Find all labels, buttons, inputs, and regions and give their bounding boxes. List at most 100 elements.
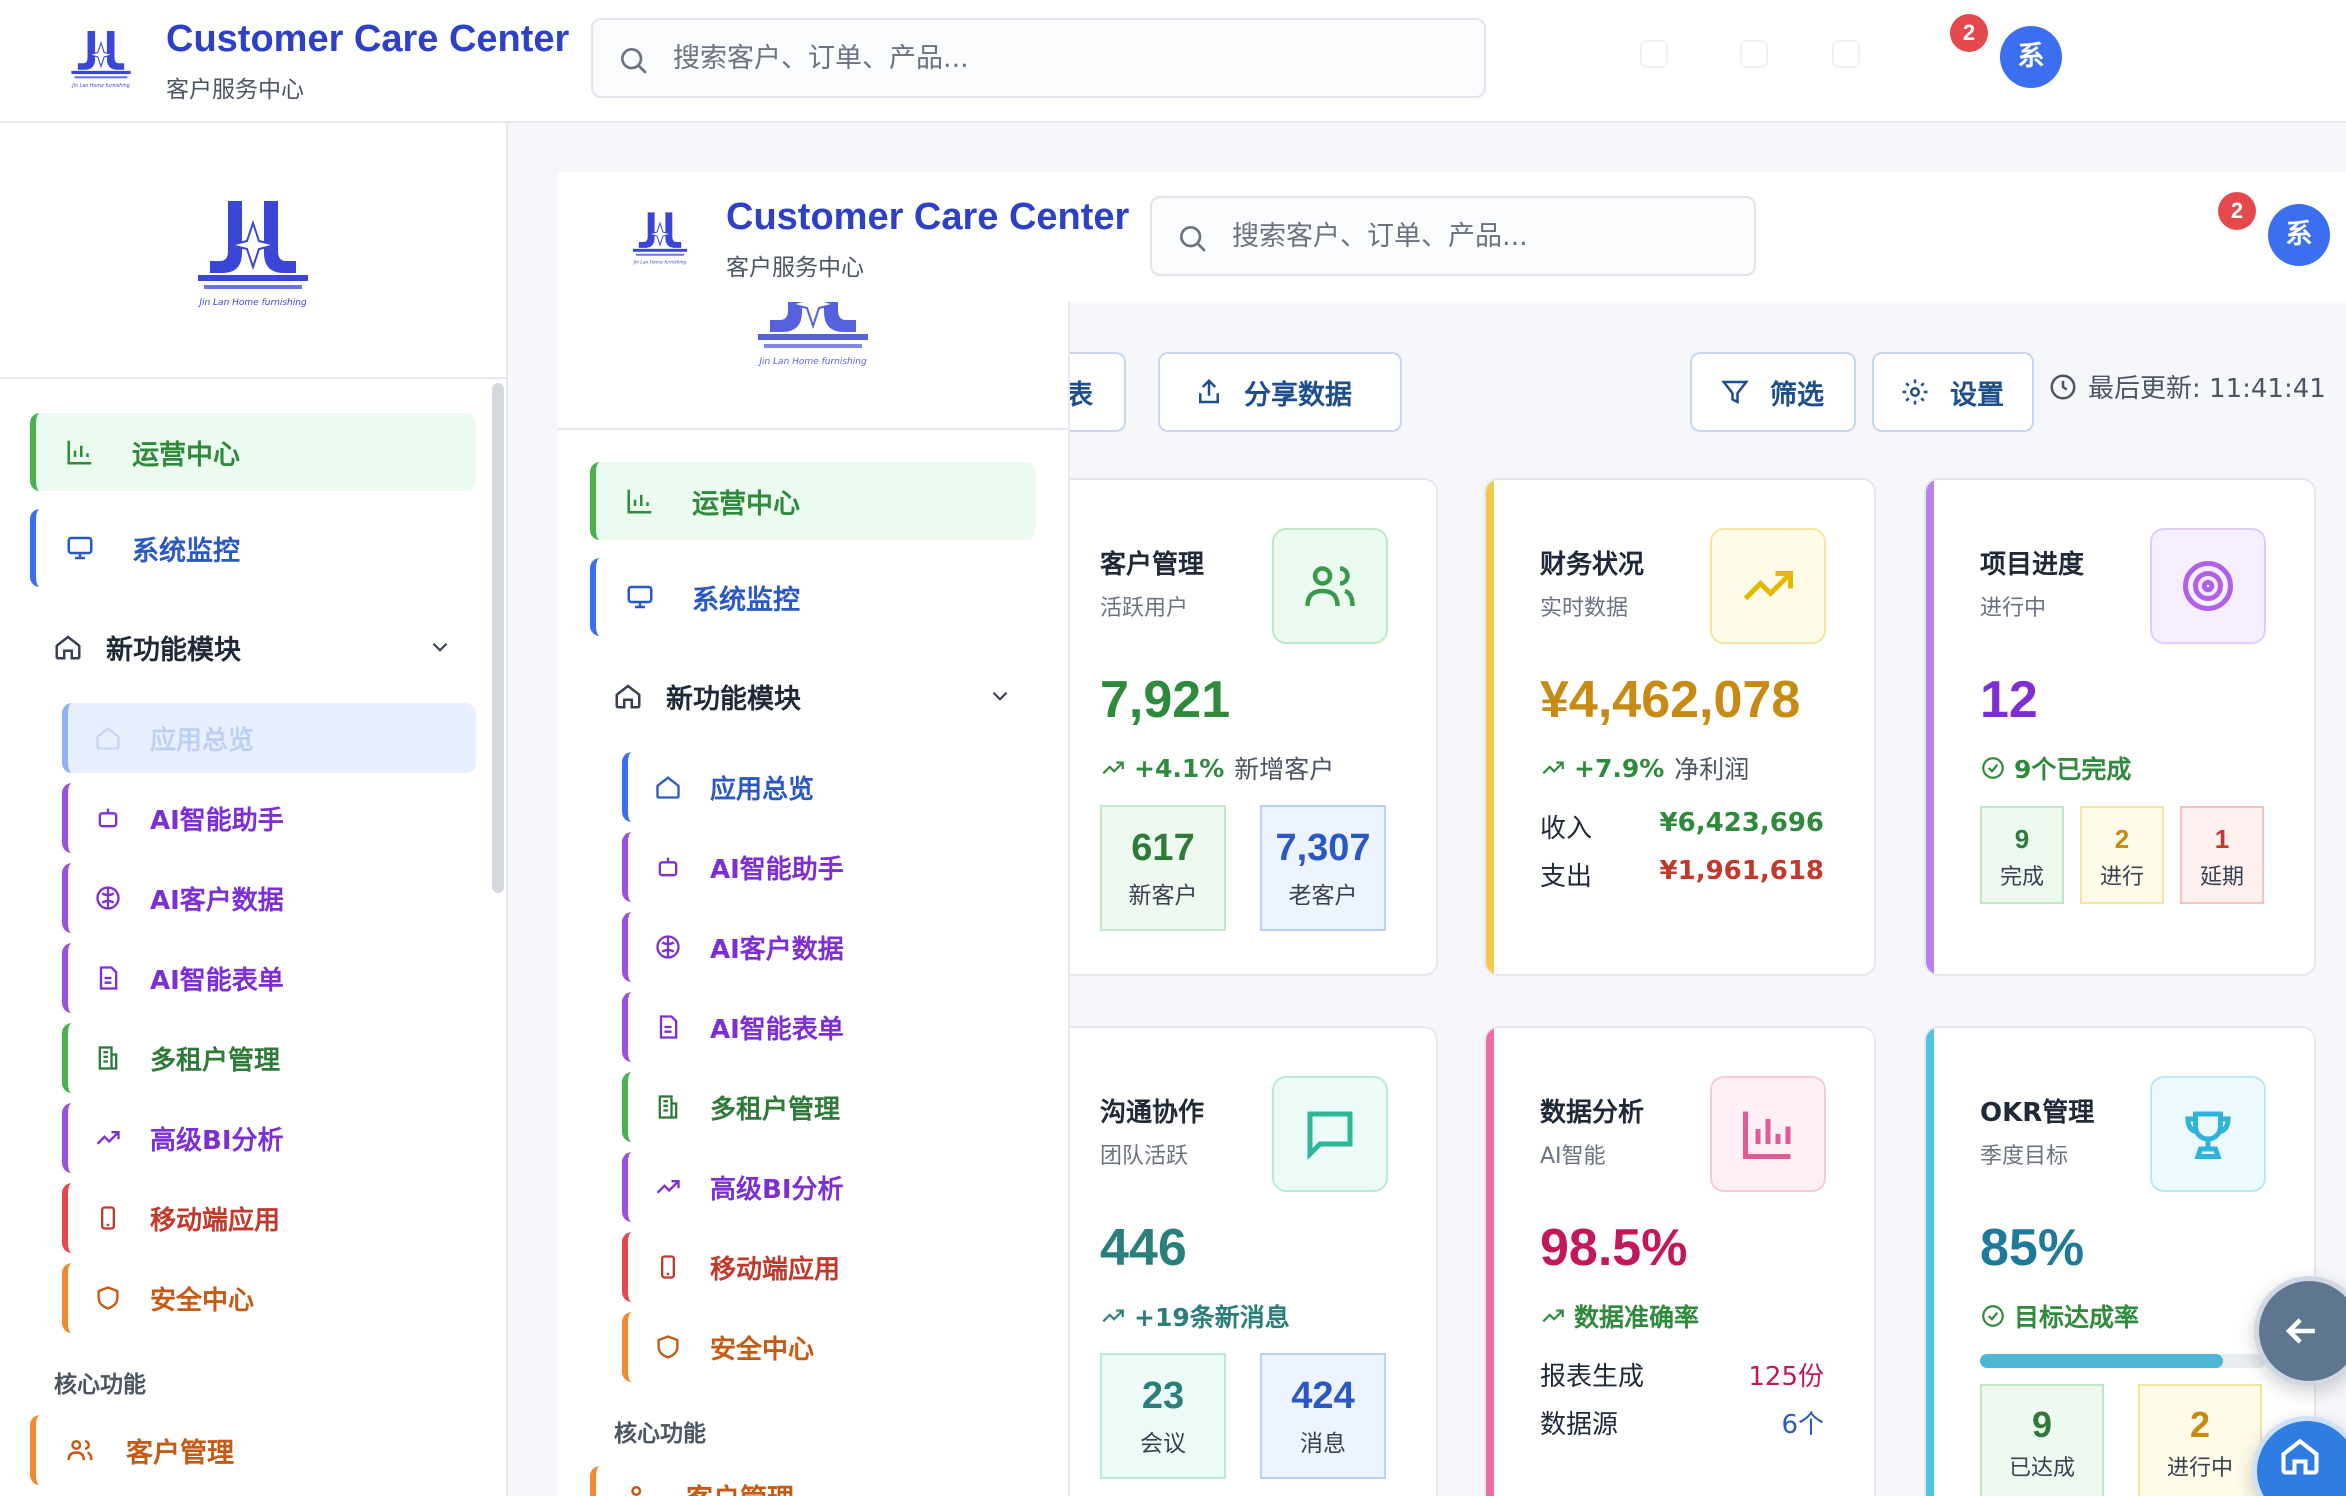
sidebar-item-label: 运营中心 (132, 439, 240, 471)
sidebar-item-label: 高级BI分析 (150, 1125, 284, 1156)
search-input[interactable] (1232, 214, 1732, 258)
toolbar-ghost-icon[interactable] (1832, 40, 1860, 68)
finance-expense-value: ¥1,961,618 (1659, 856, 1824, 886)
smartphone-icon (92, 1202, 124, 1234)
message-square-icon (1272, 1076, 1388, 1192)
card-finance[interactable]: 财务状况 实时数据 ¥4,462,078 +7.9% 净利润 收入 ¥6,423… (1484, 478, 1876, 976)
trending-up-icon (92, 1122, 124, 1154)
sidebar-subitem-ai-form[interactable]: AI智能表单 (62, 943, 476, 1013)
company-logo[interactable] (748, 302, 878, 372)
sidebar-subitem-bi-analysis[interactable]: 高级BI分析 (62, 1103, 476, 1173)
sidebar-subitem-ai-form[interactable]: AI智能表单 (622, 992, 1036, 1062)
card-subtitle: 团队活跃 (1100, 1144, 1189, 1169)
arrow-left-icon (2285, 1318, 2315, 1344)
gear-icon (1902, 379, 1928, 405)
bot-icon (652, 851, 684, 883)
stat-messages: 424 消息 (1260, 1353, 1386, 1479)
bar-chart-icon (624, 485, 656, 517)
sidebar-group-new-modules[interactable]: 新功能模块 (30, 608, 476, 686)
company-logo[interactable] (66, 26, 136, 92)
settings-button[interactable]: 设置 (1872, 352, 2034, 432)
okr-progress-track (1980, 1354, 2266, 1368)
trending-up-icon (1102, 1309, 1124, 1323)
stat-done: 9 完成 (1980, 806, 2064, 904)
card-subtitle: 进行中 (1980, 596, 2047, 621)
filter-button[interactable]: 筛选 (1690, 352, 1856, 432)
file-text-icon (652, 1011, 684, 1043)
card-customer-management[interactable]: 客户管理 活跃用户 7,921 +4.1% 新增客户 617 新客户 7,307… (1050, 478, 1438, 976)
toolbar-ghost-icon[interactable] (1640, 40, 1668, 68)
sidebar-item-operations[interactable]: 运营中心 (30, 413, 476, 491)
stat-meetings: 23 会议 (1100, 1353, 1226, 1479)
target-icon (2150, 528, 2266, 644)
notification-badge[interactable]: 2 (1950, 14, 1988, 52)
card-trend: +19条新消息 (1100, 1298, 1300, 1334)
stat-delayed: 1 延期 (2180, 806, 2264, 904)
sidebar-item-label: 多租户管理 (150, 1045, 281, 1076)
sidebar-item-monitor[interactable]: 系统监控 (30, 509, 476, 587)
company-logo[interactable] (628, 208, 692, 268)
user-avatar[interactable]: 系 (2268, 204, 2330, 266)
sidebar-item-label: AI智能表单 (150, 965, 284, 996)
card-subtitle: 季度目标 (1980, 1144, 2069, 1169)
search-icon (621, 48, 647, 74)
top-header: Customer Care Center 客户服务中心 2 系 (0, 0, 2346, 123)
sidebar-item-label: AI客户数据 (150, 885, 284, 916)
card-title: 数据分析 (1540, 1098, 1645, 1128)
user-avatar[interactable]: 系 (2000, 26, 2062, 88)
sidebar-subitem-ai-assistant[interactable]: AI智能助手 (622, 832, 1036, 902)
trend-value: +7.9% (1574, 753, 1665, 783)
global-search[interactable] (1150, 196, 1756, 276)
sidebar-subitem-mobile[interactable]: 移动端应用 (62, 1183, 476, 1253)
stat-label: 新客户 (1128, 883, 1198, 909)
stat-value: 7,307 (1275, 827, 1371, 869)
chevron-down-icon[interactable] (984, 680, 1016, 712)
finance-income-label: 收入 (1540, 814, 1593, 844)
sidebar-item-label: AI智能助手 (710, 854, 844, 885)
sidebar-item-monitor[interactable]: 系统监控 (590, 558, 1036, 636)
card-communication[interactable]: 沟通协作 团队活跃 446 +19条新消息 23 会议 424 消息 (1050, 1026, 1438, 1496)
card-data-analysis[interactable]: 数据分析 AI智能 98.5% 数据准确率 报表生成 125份 数据源 6个 (1484, 1026, 1876, 1496)
bar-chart-icon (1710, 1076, 1826, 1192)
card-project-progress[interactable]: 项目进度 进行中 12 9个已完成 9 完成 2 进行 1 延期 (1924, 478, 2316, 976)
sidebar-item-label: 系统监控 (692, 584, 800, 616)
sidebar: 运营中心 系统监控 新功能模块 应用总览 AI智能助手 AI客户数据 AI智能表… (0, 123, 508, 1496)
sidebar-subitem-ai-assistant[interactable]: AI智能助手 (62, 783, 476, 853)
stat-value: 23 (1141, 1375, 1185, 1417)
sidebar-subitem-ai-customer-data[interactable]: AI客户数据 (622, 912, 1036, 982)
toolbar-ghost-icon[interactable] (1740, 40, 1768, 68)
sidebar-subitem-security[interactable]: 安全中心 (62, 1263, 476, 1333)
sidebar-subitem-ai-customer-data[interactable]: AI客户数据 (62, 863, 476, 933)
card-okr[interactable]: OKR管理 季度目标 85% 目标达成率 9 已达成 2 进行中 (1924, 1026, 2316, 1496)
sidebar-subitem-multi-tenant[interactable]: 多租户管理 (62, 1023, 476, 1093)
app-subtitle: 客户服务中心 (166, 77, 304, 103)
search-input[interactable] (673, 36, 1463, 80)
notification-badge[interactable]: 2 (2218, 192, 2256, 230)
sidebar-subitem-bi-analysis[interactable]: 高级BI分析 (622, 1152, 1036, 1222)
global-search[interactable] (591, 18, 1486, 98)
stat-label: 进行中 (2166, 1456, 2233, 1481)
sidebar-subitem-app-overview[interactable]: 应用总览 (62, 703, 476, 773)
sidebar-subitem-app-overview[interactable]: 应用总览 (622, 752, 1036, 822)
sidebar-subitem-mobile[interactable]: 移动端应用 (622, 1232, 1036, 1302)
chevron-down-icon[interactable] (424, 631, 456, 663)
sidebar-item-customer-management[interactable]: 客户管理 (590, 1466, 1036, 1496)
trend-value: 数据准确率 (1574, 1303, 1700, 1332)
sidebar-scrollbar[interactable] (492, 383, 504, 893)
stat-label: 会议 (1140, 1431, 1186, 1457)
sidebar-group-new-modules[interactable]: 新功能模块 (590, 657, 1036, 735)
card-subtitle: 活跃用户 (1100, 596, 1189, 621)
sidebar-subitem-security[interactable]: 安全中心 (622, 1312, 1036, 1382)
trophy-icon (2150, 1076, 2266, 1192)
sidebar-logo-area (0, 123, 506, 379)
sidebar-item-label: 安全中心 (710, 1334, 815, 1365)
trending-up-icon (1542, 1309, 1564, 1323)
company-logo[interactable] (188, 193, 318, 313)
sidebar-item-customer-management[interactable]: 客户管理 (30, 1415, 476, 1485)
sidebar-subitem-multi-tenant[interactable]: 多租户管理 (622, 1072, 1036, 1142)
sidebar-item-operations[interactable]: 运营中心 (590, 462, 1036, 540)
home-icon (52, 631, 84, 663)
share-data-button[interactable]: 分享数据 (1158, 352, 1402, 432)
app-title: Customer Care Center (726, 196, 1130, 238)
export-report-button[interactable]: 表 (1066, 352, 1126, 432)
